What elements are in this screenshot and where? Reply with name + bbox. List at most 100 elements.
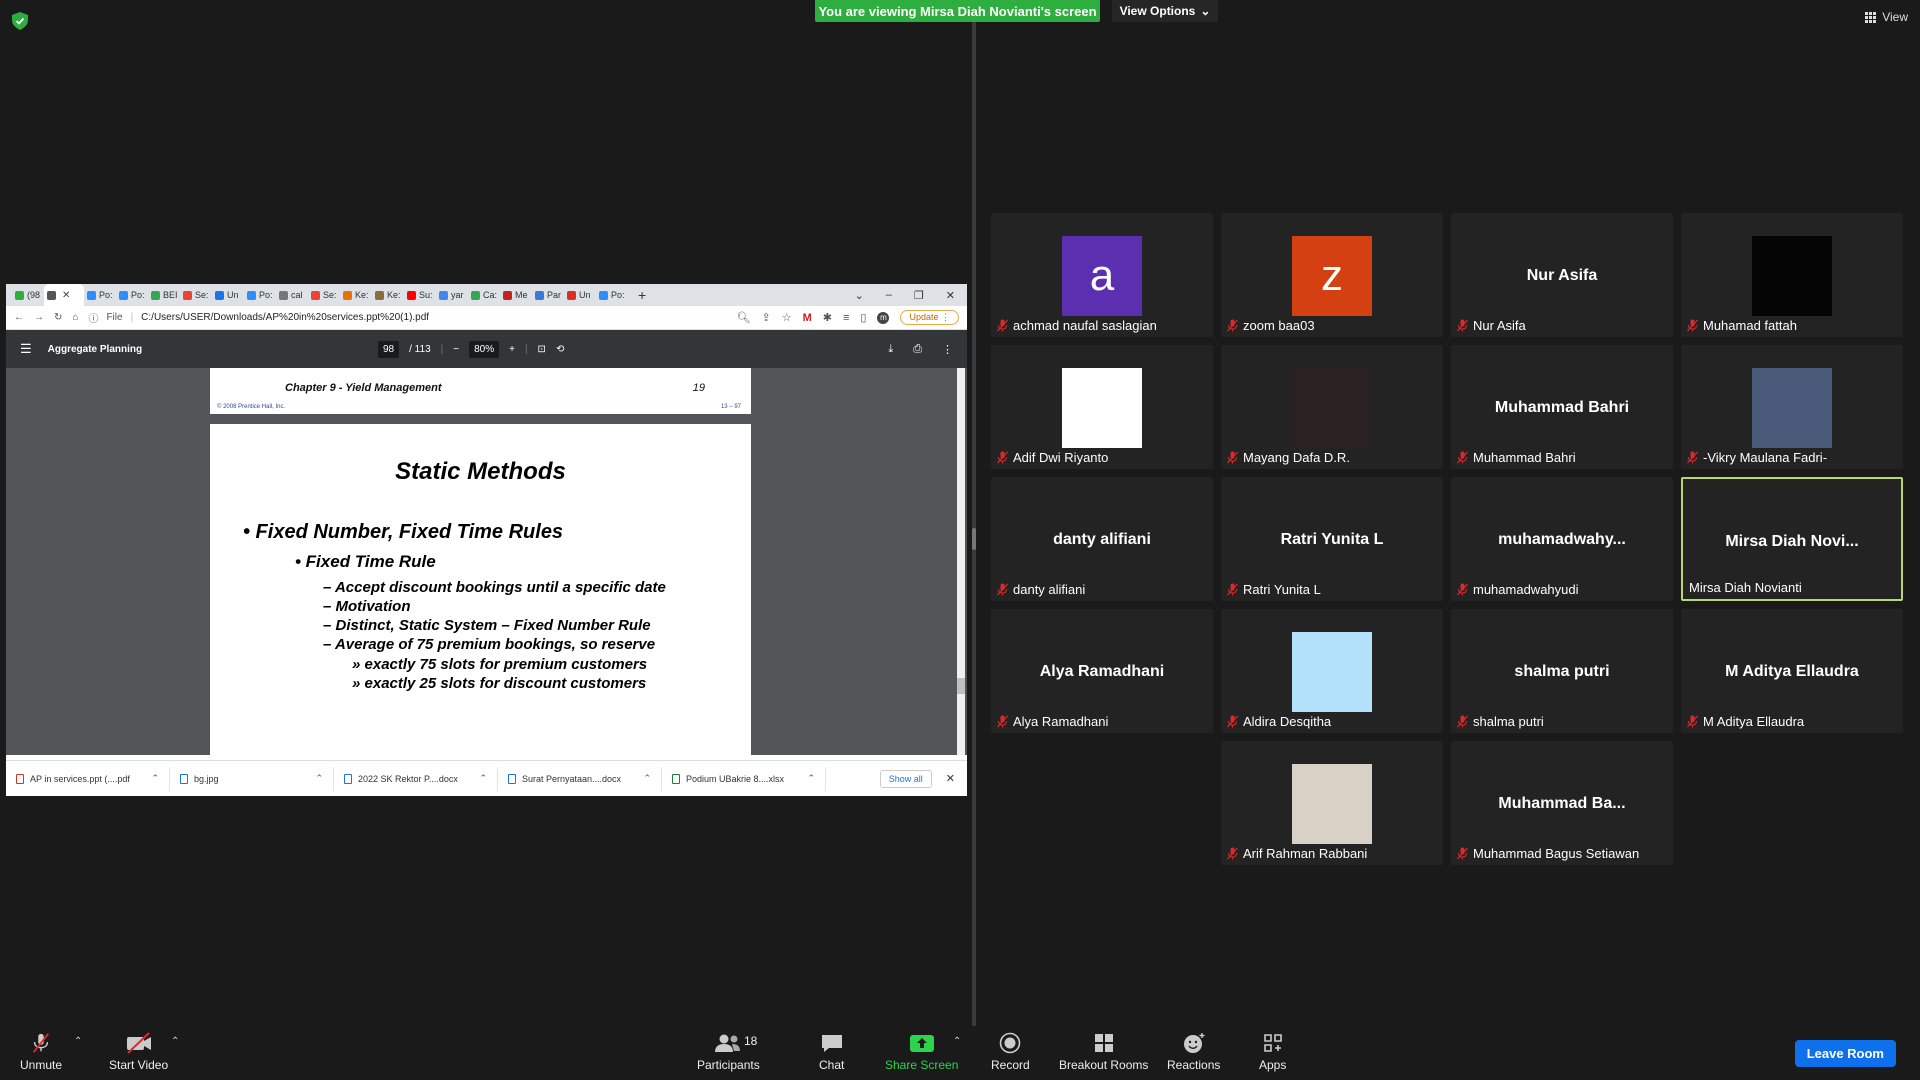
update-button[interactable]: Update ⋮ [900,310,959,325]
video-options-caret-icon[interactable]: ⌃ [171,1036,179,1047]
browser-tab[interactable]: Ca: [468,284,500,306]
browser-tab[interactable]: Po: [596,284,628,306]
participant-tile[interactable]: a achmad naufal saslagian [991,213,1213,337]
split-divider[interactable] [972,22,976,1027]
more-options-icon[interactable]: ⋮ [942,343,953,356]
participant-tile[interactable]: danty alifiani danty alifiani [991,477,1213,601]
participant-tile[interactable]: Muhamad fattah [1681,213,1903,337]
download-menu-caret-icon[interactable]: ⌃ [807,773,815,784]
info-icon[interactable]: ⓘ [88,310,98,325]
back-icon[interactable]: ← [14,312,24,323]
browser-tab[interactable]: Po: [116,284,148,306]
tab-search-icon[interactable]: ⌄ [855,289,864,302]
browser-tab[interactable]: Un [564,284,596,306]
forward-icon[interactable]: → [34,312,44,323]
participants-button[interactable]: 18 Participants [697,1032,760,1072]
pdf-scrollbar[interactable] [957,368,965,755]
reading-list-icon[interactable]: ≡ [843,312,849,324]
browser-tab[interactable]: Ke: [372,284,404,306]
share-screen-button[interactable]: Share Screen [885,1032,958,1072]
browser-tab[interactable]: Su: [404,284,436,306]
extensions-puzzle-icon[interactable]: ✱ [823,311,832,324]
split-divider-handle[interactable] [972,528,976,550]
chat-button[interactable]: Chat [819,1032,844,1072]
download-icon[interactable]: ⤓ [888,343,893,356]
browser-tab[interactable]: yar [436,284,468,306]
zoom-icon[interactable]: 🔍︎ [737,311,751,324]
pdf-scrollbar-thumb[interactable] [957,678,965,694]
breakout-rooms-button[interactable]: Breakout Rooms [1059,1032,1148,1072]
zoom-out-icon[interactable]: − [453,344,459,355]
download-item[interactable]: bg.jpg ⌃ [170,766,334,791]
participant-tile[interactable]: -Vikry Maulana Fadri- [1681,345,1903,469]
download-menu-caret-icon[interactable]: ⌃ [151,773,159,784]
reload-icon[interactable]: ↻ [54,312,62,323]
participant-tile[interactable]: Aldira Desqitha [1221,609,1443,733]
leave-room-button[interactable]: Leave Room [1794,1040,1896,1067]
browser-tab[interactable]: Me [500,284,532,306]
participant-tile[interactable]: Arif Rahman Rabbani [1221,741,1443,865]
participant-tile[interactable]: Muhammad Bahri Muhammad Bahri [1451,345,1673,469]
minimize-icon[interactable]: – [886,289,892,302]
participant-tile[interactable]: Nur Asifa Nur Asifa [1451,213,1673,337]
download-item[interactable]: AP in services.ppt (....pdf ⌃ [6,766,170,791]
download-item[interactable]: Surat Pernyataan....docx ⌃ [498,766,662,791]
participant-tile[interactable]: Mirsa Diah Novi... Mirsa Diah Novianti [1681,477,1903,601]
audio-options-caret-icon[interactable]: ⌃ [74,1036,82,1047]
zoom-in-icon[interactable]: + [509,344,515,355]
rotate-icon[interactable]: ⟲ [556,344,564,355]
participant-tile[interactable]: muhamadwahy... muhamadwahyudi [1451,477,1673,601]
browser-tab[interactable]: cal [276,284,308,306]
restore-icon[interactable]: ❐ [914,289,924,302]
browser-tab[interactable]: Par [532,284,564,306]
browser-tab[interactable]: Po: [244,284,276,306]
close-window-icon[interactable]: ✕ [946,289,955,302]
close-tab-icon[interactable]: ✕ [62,290,70,301]
participant-tile[interactable]: shalma putri shalma putri [1451,609,1673,733]
home-icon[interactable]: ⌂ [72,312,78,323]
apps-button[interactable]: Apps [1259,1032,1286,1072]
record-button[interactable]: Record [991,1032,1030,1072]
browser-tab[interactable]: Un [212,284,244,306]
participant-tile[interactable]: Adif Dwi Riyanto [991,345,1213,469]
browser-tab[interactable]: BEI [148,284,180,306]
share-icon[interactable]: ⇪ [761,311,770,324]
bookmark-star-icon[interactable]: ☆ [782,311,792,324]
download-item[interactable]: 2022 SK Rektor P....docx ⌃ [334,766,498,791]
url-field[interactable]: ⓘ File | C:/Users/USER/Downloads/AP%20in… [88,310,726,325]
download-item[interactable]: Podium UBakrie 8....xlsx ⌃ [662,766,826,791]
browser-tab[interactable]: (98 [12,284,44,306]
browser-tab[interactable]: ✕ [44,284,84,306]
download-menu-caret-icon[interactable]: ⌃ [479,773,487,784]
fit-page-icon[interactable]: ⊡ [538,344,546,355]
unmute-button[interactable]: Unmute [20,1032,62,1072]
participant-tile[interactable]: M Aditya Ellaudra M Aditya Ellaudra [1681,609,1903,733]
participant-tile[interactable]: Ratri Yunita L Ratri Yunita L [1221,477,1443,601]
view-options-button[interactable]: View Options ⌄ [1112,0,1218,22]
menu-icon[interactable]: ☰ [20,341,32,357]
side-panel-icon[interactable]: ▯ [860,311,866,324]
browser-tab[interactable]: Po: [84,284,116,306]
browser-tab[interactable]: Se: [308,284,340,306]
download-menu-caret-icon[interactable]: ⌃ [643,773,651,784]
show-all-downloads-button[interactable]: Show all [879,769,932,788]
profile-avatar-icon[interactable]: m [877,311,890,324]
participant-tile[interactable]: z zoom baa03 [1221,213,1443,337]
reactions-button[interactable]: Reactions [1167,1032,1220,1072]
participant-tile[interactable]: Alya Ramadhani Alya Ramadhani [991,609,1213,733]
participant-tile[interactable]: Muhammad Ba... Muhammad Bagus Setiawan [1451,741,1673,865]
browser-tab[interactable]: Ke: [340,284,372,306]
download-menu-caret-icon[interactable]: ⌃ [315,773,323,784]
participant-tile[interactable]: Mayang Dafa D.R. [1221,345,1443,469]
page-number-input[interactable]: 98 [378,340,400,358]
view-layout-button[interactable]: View [1865,10,1908,24]
close-downloads-icon[interactable]: ✕ [946,772,955,785]
share-options-caret-icon[interactable]: ⌃ [953,1036,961,1047]
print-icon[interactable]: ⎙ [913,343,922,356]
extension-mendeley-icon[interactable]: M [803,312,812,324]
new-tab-button[interactable]: + [628,287,656,303]
security-shield-icon[interactable] [12,12,28,30]
pdf-viewport[interactable]: Chapter 9 - Yield Management 19 © 2008 P… [6,368,967,755]
browser-tab[interactable]: Se: [180,284,212,306]
zoom-level-input[interactable]: 80% [469,340,500,358]
